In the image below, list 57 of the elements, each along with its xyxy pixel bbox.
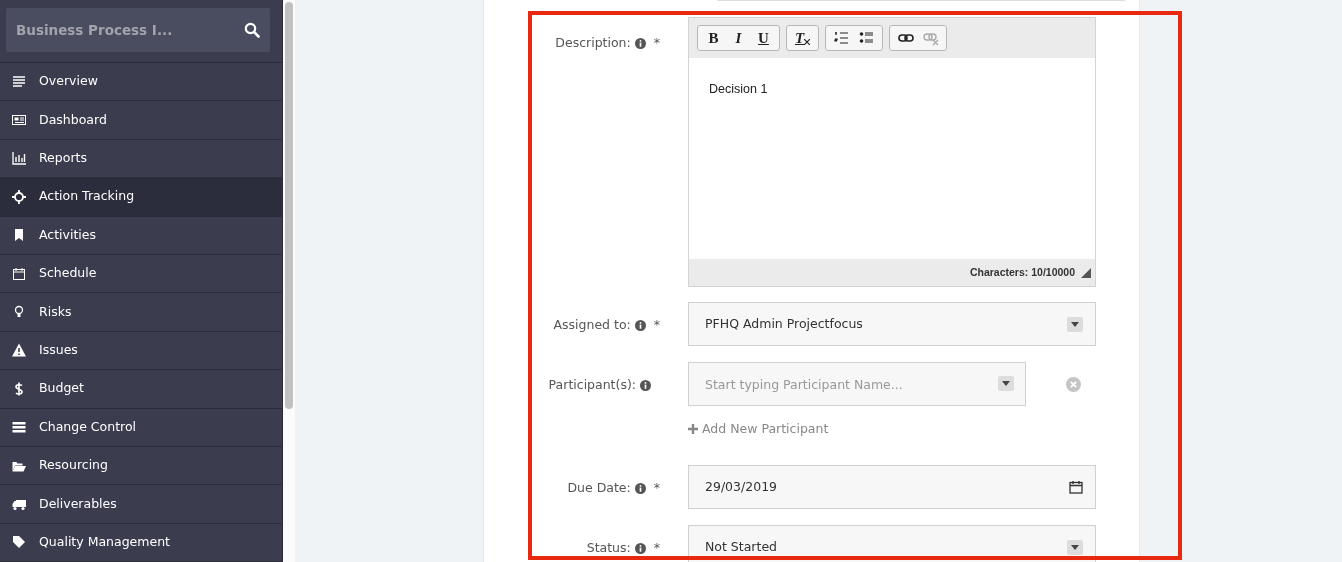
rich-text-editor[interactable]: B I U T Decision 1 Characters: 10/10000 bbox=[688, 17, 1096, 287]
calendar-icon bbox=[11, 265, 27, 282]
sidebar-item[interactable]: Dashboard bbox=[0, 101, 282, 140]
bullet-list-icon bbox=[858, 30, 875, 46]
field-label: Assigned to: bbox=[553, 316, 631, 334]
numbered-list-icon bbox=[833, 30, 850, 46]
sidebar-item[interactable]: Schedule bbox=[0, 254, 282, 294]
sidebar-item[interactable]: Risks bbox=[0, 293, 282, 332]
list-bars-icon bbox=[11, 419, 27, 436]
calendar-icon[interactable] bbox=[1069, 480, 1083, 494]
sidebar-item[interactable]: Action Tracking bbox=[0, 178, 282, 217]
clear-format-icon bbox=[804, 39, 811, 45]
field-label: Description: bbox=[555, 34, 631, 52]
scrollbar[interactable] bbox=[283, 0, 295, 562]
toolbar-button[interactable]: B bbox=[701, 27, 726, 49]
sidebar-item[interactable]: Resourcing bbox=[0, 446, 282, 486]
toolbar-button[interactable]: I bbox=[726, 27, 751, 49]
plus-icon bbox=[688, 424, 698, 435]
dropdown-caret[interactable] bbox=[1067, 316, 1083, 332]
editor-text: Decision 1 bbox=[709, 81, 769, 98]
required-mark: * bbox=[653, 479, 660, 497]
info-icon bbox=[634, 37, 646, 49]
dropdown-caret[interactable] bbox=[998, 376, 1014, 391]
field-label: Due Date: bbox=[567, 479, 631, 497]
sidebar-item[interactable]: Deliverables bbox=[0, 485, 282, 524]
search-text: Business Process I... bbox=[16, 20, 173, 40]
toolbar-button[interactable]: U bbox=[751, 27, 776, 49]
sidebar-item[interactable]: Budget bbox=[0, 370, 282, 409]
info-icon bbox=[640, 379, 651, 391]
info-icon bbox=[634, 319, 646, 331]
required-mark: * bbox=[653, 34, 660, 52]
select-field[interactable]: PFHQ Admin Projectfocus bbox=[688, 302, 1096, 346]
participant-field[interactable]: Start typing Participant Name... bbox=[688, 362, 1026, 406]
scrollbar-thumb[interactable] bbox=[285, 2, 293, 409]
sidebar-item[interactable]: Overview bbox=[0, 63, 282, 102]
lines-icon bbox=[11, 73, 27, 90]
add-participant-link[interactable]: Add New Participant bbox=[688, 420, 829, 439]
search-icon bbox=[244, 22, 260, 38]
info-icon bbox=[634, 542, 646, 554]
character-counter: Characters: 10/10000 bbox=[969, 264, 1075, 280]
bar-chart-icon bbox=[11, 150, 27, 167]
unlink-icon bbox=[922, 30, 939, 46]
sidebar-item[interactable]: Change Control bbox=[0, 408, 282, 447]
required-mark: * bbox=[653, 316, 660, 334]
dropdown-caret[interactable] bbox=[1067, 539, 1083, 555]
crosshair-icon bbox=[11, 188, 27, 205]
field-label: Participant(s): bbox=[548, 376, 636, 394]
date-field[interactable]: 29/03/2019 bbox=[688, 465, 1096, 509]
field-label: Status: bbox=[586, 539, 631, 557]
warning-icon bbox=[11, 342, 27, 359]
info-icon bbox=[634, 482, 646, 494]
tag-icon bbox=[11, 534, 27, 551]
resize-handle[interactable] bbox=[1081, 267, 1091, 278]
sidebar-item[interactable]: Activities bbox=[0, 216, 282, 255]
required-mark: * bbox=[653, 539, 660, 557]
sidebar-item[interactable]: Issues bbox=[0, 331, 282, 371]
sidebar-item[interactable]: Quality Management bbox=[0, 523, 282, 562]
